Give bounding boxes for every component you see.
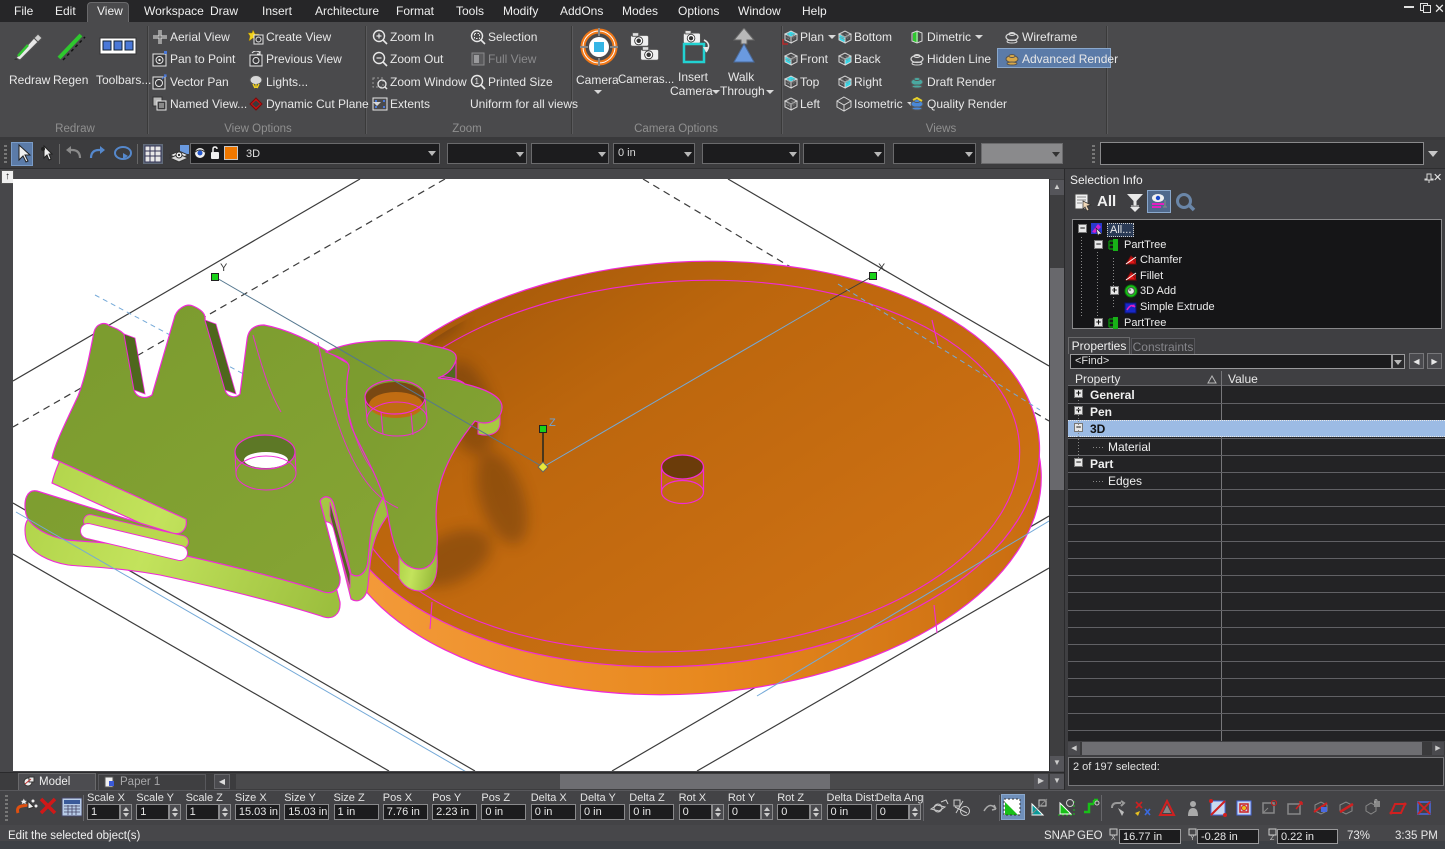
svg-text:Y: Y <box>220 262 228 274</box>
svg-text:X: X <box>1111 835 1116 840</box>
svg-text:Z: Z <box>549 417 556 429</box>
svg-text:X: X <box>878 262 886 274</box>
svg-text:Y: Y <box>1190 835 1195 840</box>
svg-text:1: 1 <box>475 77 480 86</box>
svg-text:Z: Z <box>1270 835 1275 840</box>
